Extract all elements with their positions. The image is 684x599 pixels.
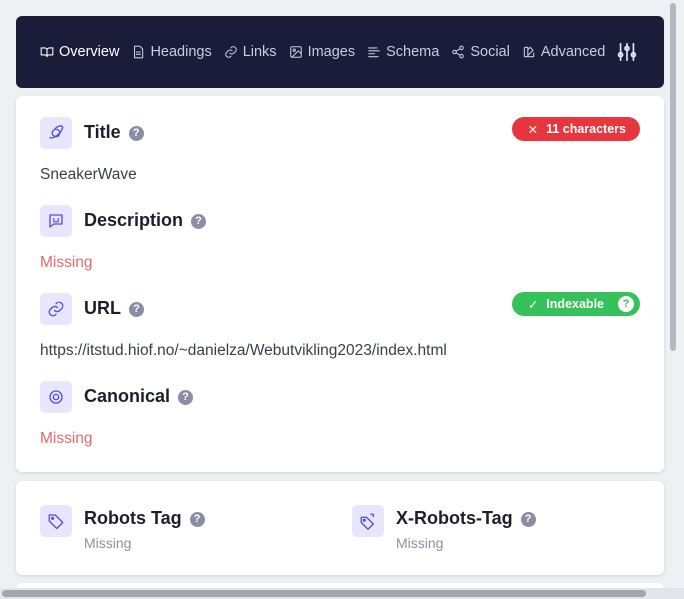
title-section: Title? ✕ 11 characters SneakerWave	[40, 117, 640, 183]
x-robots-tag-value: Missing	[396, 535, 444, 551]
tab-overview-label: Overview	[59, 44, 120, 60]
description-section: Description? Missing	[40, 205, 640, 271]
title-length-badge: ✕ 11 characters	[511, 117, 640, 141]
vertical-scroll-thumb[interactable]	[670, 3, 676, 351]
tag-icon	[48, 514, 64, 530]
tab-overview[interactable]: Overview	[40, 44, 119, 60]
document-icon	[134, 45, 144, 59]
horizontal-scroll-thumb[interactable]	[2, 590, 646, 597]
robots-tag-help-icon[interactable]: ?	[189, 511, 205, 527]
link-icon	[48, 301, 64, 317]
title-label: Title	[84, 122, 121, 142]
settings-button[interactable]	[616, 41, 638, 63]
target-icon	[49, 390, 63, 404]
title-heading: Title?	[84, 122, 144, 143]
indexable-text: Indexable	[546, 297, 604, 311]
planet-icon	[49, 125, 64, 139]
vertical-scrollbar[interactable]	[668, 0, 678, 588]
url-label: URL	[84, 298, 121, 318]
robots-tag-section: Robots Tag? Missing	[40, 505, 320, 555]
close-icon: ✕	[527, 122, 539, 137]
tab-advanced-label: Advanced	[540, 44, 606, 60]
robots-tag-icon-box	[40, 505, 72, 537]
x-robots-tag-icon-box	[352, 505, 384, 537]
tab-schema[interactable]: Schema	[367, 44, 439, 60]
horizontal-scrollbar[interactable]	[0, 588, 684, 599]
x-robots-tag-section: X-Robots-Tag? Missing	[352, 505, 632, 555]
share-icon	[452, 45, 465, 59]
title-icon-box	[40, 117, 72, 149]
tab-images[interactable]: Images	[289, 44, 356, 60]
paint-icon	[523, 46, 535, 58]
overview-card: Title? ✕ 11 characters SneakerWave Descr…	[16, 96, 664, 472]
canonical-heading: Canonical?	[84, 386, 194, 407]
tab-links[interactable]: Links	[224, 44, 277, 60]
description-label: Description	[84, 210, 184, 230]
url-heading: URL?	[84, 298, 144, 319]
tab-images-label: Images	[307, 44, 356, 60]
url-icon-box	[40, 293, 72, 325]
canonical-section: Canonical? Missing	[40, 381, 640, 447]
canonical-icon-box	[40, 381, 72, 413]
description-heading: Description?	[84, 210, 207, 231]
tab-links-label: Links	[242, 44, 277, 60]
indexable-help-icon[interactable]: ?	[618, 296, 634, 312]
tab-social-label: Social	[470, 44, 510, 60]
robots-tag-heading: Robots Tag?	[84, 508, 205, 529]
book-open-icon	[40, 47, 54, 58]
description-help-icon[interactable]: ?	[191, 213, 207, 229]
description-value: Missing	[40, 254, 93, 271]
url-section: URL? ✓ Indexable ? https://itstud.hiof.n…	[40, 292, 640, 359]
canonical-help-icon[interactable]: ?	[178, 389, 194, 405]
top-nav: Overview Headings Links Images Schema So…	[16, 16, 664, 88]
tags-icon	[360, 513, 374, 530]
robots-card: Robots Tag? Missing X-Robots-Tag? Missin…	[16, 481, 664, 575]
tab-social[interactable]: Social	[451, 44, 510, 60]
link-icon	[224, 46, 237, 58]
canonical-value: Missing	[40, 430, 93, 447]
x-robots-tag-heading: X-Robots-Tag?	[396, 508, 536, 529]
canonical-label: Canonical	[84, 386, 171, 406]
align-left-icon	[368, 47, 380, 58]
title-length-text: 11 characters	[546, 122, 626, 136]
tab-headings-label: Headings	[150, 44, 212, 60]
url-value: https://itstud.hiof.no/~danielza/Webutvi…	[40, 342, 447, 359]
robots-tag-value: Missing	[84, 535, 132, 551]
image-icon	[289, 46, 302, 58]
tab-schema-label: Schema	[386, 44, 440, 60]
x-robots-tag-help-icon[interactable]: ?	[520, 511, 536, 527]
message-icon	[49, 214, 63, 228]
title-help-icon[interactable]: ?	[128, 125, 144, 141]
title-value: SneakerWave	[40, 166, 137, 183]
tab-headings[interactable]: Headings	[131, 44, 212, 60]
url-help-icon[interactable]: ?	[129, 301, 144, 317]
description-icon-box	[40, 205, 72, 237]
sliders-icon	[617, 42, 637, 62]
check-icon: ✓	[527, 297, 539, 312]
x-robots-tag-label: X-Robots-Tag	[396, 508, 513, 528]
robots-tag-label: Robots Tag	[84, 508, 182, 528]
tab-advanced[interactable]: Advanced	[522, 44, 606, 60]
indexable-badge: ✓ Indexable ?	[511, 292, 640, 316]
